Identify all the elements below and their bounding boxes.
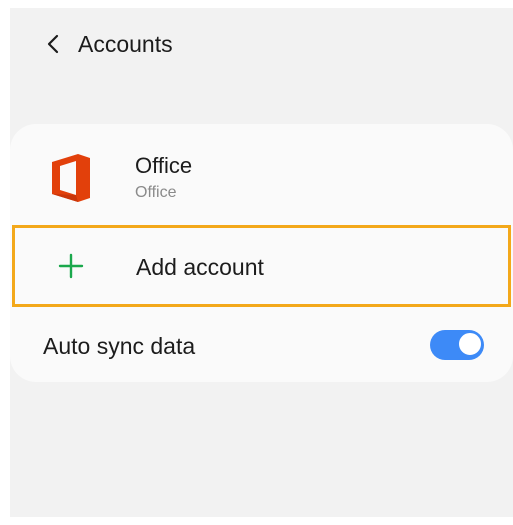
- auto-sync-row[interactable]: Auto sync data: [10, 308, 513, 382]
- plus-icon: [58, 253, 84, 279]
- office-logo-icon: [52, 154, 90, 202]
- header: Accounts: [10, 22, 513, 66]
- page-title: Accounts: [78, 30, 173, 57]
- account-text: Office Office: [135, 152, 192, 204]
- accounts-screen: Accounts Office Office Add account Auto …: [10, 8, 513, 517]
- chevron-left-icon: [47, 34, 59, 54]
- auto-sync-label: Auto sync data: [43, 333, 196, 359]
- add-account-label: Add account: [136, 254, 264, 280]
- account-name: Office: [135, 153, 193, 178]
- auto-sync-toggle[interactable]: [430, 330, 484, 360]
- account-item-office[interactable]: Office Office: [10, 130, 513, 220]
- add-account-button[interactable]: Add account: [12, 225, 511, 307]
- account-type: Office: [135, 184, 177, 201]
- toggle-knob: [458, 332, 482, 356]
- accounts-card: Office Office Add account Auto sync data: [10, 124, 513, 382]
- back-button[interactable]: [32, 22, 76, 66]
